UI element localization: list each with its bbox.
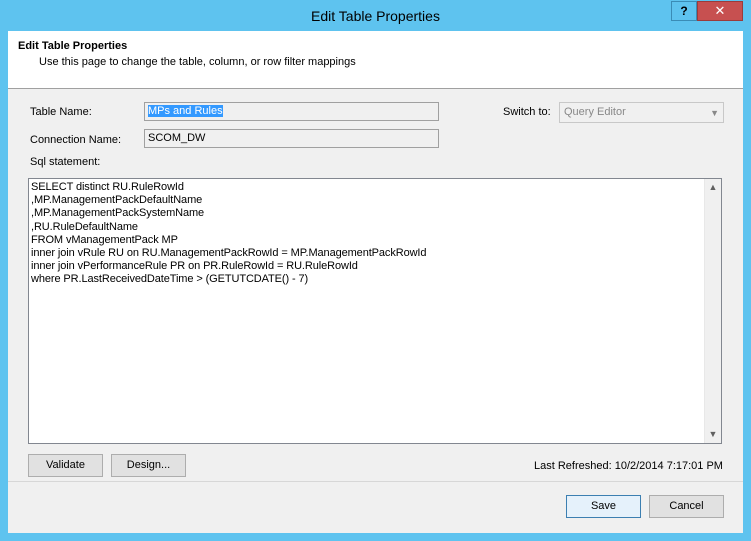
- switch-to-dropdown[interactable]: Query Editor ▼: [559, 102, 724, 123]
- sql-statement-label: Sql statement:: [30, 156, 101, 168]
- footer-divider: [8, 481, 743, 482]
- save-button[interactable]: Save: [566, 495, 641, 518]
- scroll-up-icon[interactable]: ▲: [705, 179, 721, 196]
- edit-table-properties-window: Edit Table Properties ? ✕ Edit Table Pro…: [0, 0, 751, 541]
- header-description: Use this page to change the table, colum…: [39, 56, 356, 68]
- last-refreshed-text: Last Refreshed: 10/2/2014 7:17:01 PM: [534, 460, 723, 472]
- table-name-field[interactable]: MPs and Rules: [144, 102, 439, 121]
- cancel-button[interactable]: Cancel: [649, 495, 724, 518]
- sql-statement-text[interactable]: SELECT distinct RU.RuleRowId ,MP.Managem…: [31, 181, 705, 441]
- close-button[interactable]: ✕: [697, 1, 743, 21]
- switch-to-label: Switch to:: [503, 106, 551, 118]
- sql-statement-editor[interactable]: SELECT distinct RU.RuleRowId ,MP.Managem…: [28, 178, 722, 444]
- switch-to-selected-value: Query Editor: [564, 106, 626, 118]
- design-button[interactable]: Design...: [111, 454, 186, 477]
- table-name-label: Table Name:: [30, 106, 92, 118]
- scroll-down-icon[interactable]: ▼: [705, 426, 721, 443]
- connection-name-label: Connection Name:: [30, 134, 122, 146]
- vertical-scrollbar[interactable]: ▲ ▼: [704, 179, 721, 443]
- header-title: Edit Table Properties: [18, 40, 128, 52]
- chevron-down-icon: ▼: [710, 108, 719, 118]
- connection-name-field[interactable]: SCOM_DW: [144, 129, 439, 148]
- header-panel: Edit Table Properties Use this page to c…: [8, 31, 743, 89]
- table-name-selected-text: MPs and Rules: [148, 105, 223, 117]
- dialog-client-area: Edit Table Properties Use this page to c…: [8, 31, 743, 533]
- window-title: Edit Table Properties: [311, 8, 440, 24]
- validate-button[interactable]: Validate: [28, 454, 103, 477]
- help-button[interactable]: ?: [671, 1, 697, 21]
- title-bar[interactable]: Edit Table Properties ? ✕: [0, 0, 751, 32]
